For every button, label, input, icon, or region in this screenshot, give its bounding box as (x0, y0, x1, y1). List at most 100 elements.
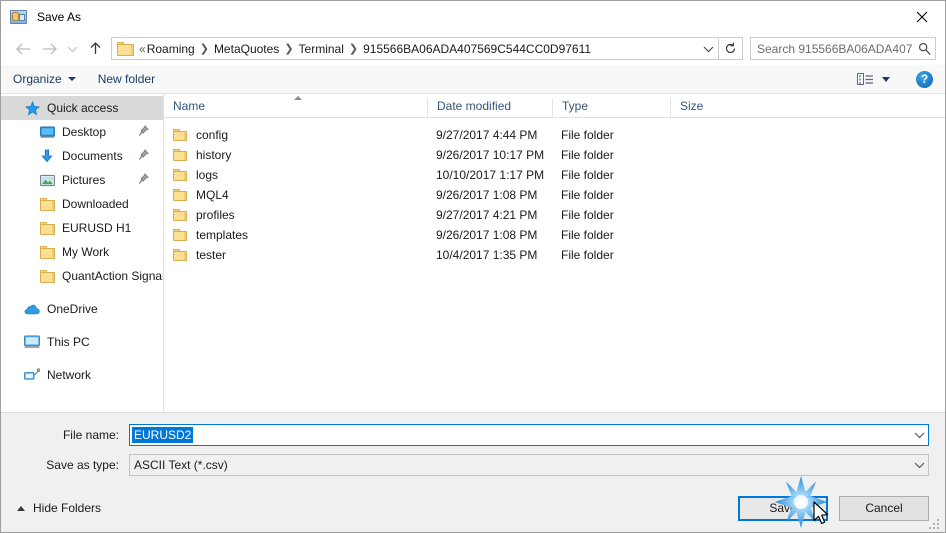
back-button[interactable] (10, 36, 36, 62)
sidebar-item-quick-access[interactable]: Quick access (1, 96, 163, 120)
breadcrumb-item-terminal[interactable]: Terminal (299, 42, 344, 56)
file-name: MQL4 (196, 188, 229, 202)
search-placeholder: Search 915566BA06ADA40756... (757, 41, 913, 56)
file-type: File folder (561, 188, 614, 202)
table-row[interactable]: templates 9/26/2017 1:08 PM File folder (164, 225, 945, 245)
file-name-cell: config (164, 128, 427, 142)
save-as-type-value: ASCII Text (*.csv) (134, 458, 228, 472)
file-name-input[interactable]: EURUSD2 (129, 424, 929, 446)
close-button[interactable] (899, 1, 945, 32)
organize-label: Organize (13, 72, 62, 86)
file-rows: config 9/27/2017 4:44 PM File folder his… (164, 118, 945, 412)
search-input[interactable]: Search 915566BA06ADA40756... (750, 37, 936, 60)
folder-icon (39, 220, 55, 236)
chevron-up-icon (17, 505, 25, 511)
breadcrumb-item-metaquotes[interactable]: MetaQuotes (214, 42, 279, 56)
details-view-icon (857, 72, 873, 85)
file-type: File folder (561, 228, 614, 242)
column-header-name[interactable]: Name (164, 98, 427, 117)
breadcrumb-separator-icon: ❯ (199, 43, 209, 55)
recent-locations-button[interactable] (62, 36, 82, 62)
address-dropdown-button[interactable] (698, 38, 718, 59)
pictures-icon (39, 172, 55, 188)
arrow-right-icon (42, 43, 57, 54)
save-button[interactable]: Save (738, 495, 828, 521)
sidebar-item-label: QuantAction Signal (62, 269, 163, 283)
view-options-button[interactable] (857, 72, 890, 87)
up-button[interactable] (82, 36, 108, 62)
sidebar-item-label: My Work (62, 245, 110, 259)
folder-icon (173, 169, 187, 181)
navigation-bar: « Roaming ❯ MetaQuotes ❯ Terminal ❯ 9155… (1, 32, 945, 65)
sidebar-item-desktop[interactable]: Desktop (1, 120, 163, 144)
cancel-button[interactable]: Cancel (839, 495, 929, 521)
file-name-cell: profiles (164, 208, 427, 222)
sidebar-item-network[interactable]: Network (1, 363, 163, 387)
sidebar-item-this-pc[interactable]: This PC (1, 330, 163, 354)
folder-icon (173, 229, 187, 241)
sort-ascending-icon (294, 96, 302, 100)
file-name-row: File name: EURUSD2 (17, 424, 929, 446)
help-button[interactable]: ? (916, 70, 933, 88)
sidebar-item-label: Downloaded (62, 197, 129, 211)
save-as-type-dropdown-button[interactable] (910, 461, 928, 469)
sidebar-item-documents[interactable]: Documents (1, 144, 163, 168)
hide-folders-button[interactable]: Hide Folders (17, 501, 101, 515)
table-row[interactable]: profiles 9/27/2017 4:21 PM File folder (164, 205, 945, 225)
breadcrumb-separator-icon: ❯ (284, 43, 294, 55)
folder-icon (173, 209, 187, 221)
file-name: profiles (196, 208, 235, 222)
sidebar-item-label: Documents (62, 149, 123, 163)
file-name-cell: logs (164, 168, 427, 182)
save-as-type-select[interactable]: ASCII Text (*.csv) (129, 454, 929, 476)
chevron-down-icon (67, 77, 76, 81)
file-list-pane: Name Date modified Type Size config 9/27… (164, 94, 945, 412)
sidebar-item-eurusd-h1[interactable]: EURUSD H1 (1, 216, 163, 240)
table-row[interactable]: MQL4 9/26/2017 1:08 PM File folder (164, 185, 945, 205)
column-header-type[interactable]: Type (552, 98, 670, 117)
sidebar-item-downloaded[interactable]: Downloaded (1, 192, 163, 216)
sidebar-item-quantaction-signal[interactable]: QuantAction Signal (1, 264, 163, 288)
dialog-button-bar: Hide Folders Save Cancel (1, 484, 945, 532)
file-name-dropdown-button[interactable] (910, 431, 928, 439)
table-row[interactable]: tester 10/4/2017 1:35 PM File folder (164, 245, 945, 265)
table-row[interactable]: config 9/27/2017 4:44 PM File folder (164, 125, 945, 145)
breadcrumb-overflow[interactable]: « (139, 42, 146, 56)
pin-icon (138, 125, 149, 140)
new-folder-button[interactable]: New folder (98, 65, 155, 93)
breadcrumb-item-terminal-id[interactable]: 915566BA06ADA407569C544CC0D97611 (363, 42, 591, 56)
hide-folders-label: Hide Folders (33, 501, 102, 515)
address-bar[interactable]: « Roaming ❯ MetaQuotes ❯ Terminal ❯ 9155… (111, 37, 719, 60)
column-header-date-modified[interactable]: Date modified (427, 98, 552, 117)
search-icon[interactable] (913, 42, 935, 55)
table-row[interactable]: logs 10/10/2017 1:17 PM File folder (164, 165, 945, 185)
file-type: File folder (561, 208, 614, 222)
new-folder-label: New folder (97, 72, 156, 86)
file-type: File folder (561, 248, 614, 262)
folder-icon (39, 244, 55, 260)
sidebar-item-label: Network (47, 368, 92, 382)
organize-button[interactable]: Organize (13, 65, 76, 93)
address-folder-icon (117, 41, 134, 56)
breadcrumb: « Roaming ❯ MetaQuotes ❯ Terminal ❯ 9155… (134, 42, 698, 56)
help-label: ? (920, 72, 929, 86)
forward-button[interactable] (36, 36, 62, 62)
breadcrumb-separator-icon: ❯ (348, 43, 359, 55)
sidebar-item-onedrive[interactable]: OneDrive (1, 297, 163, 321)
file-name-label: File name: (62, 428, 119, 442)
chevron-down-icon (914, 462, 924, 469)
title-bar: Save As (1, 1, 945, 32)
refresh-button[interactable] (719, 37, 743, 60)
resize-grip-icon[interactable] (929, 517, 942, 530)
command-bar: Organize New folder ? (1, 65, 945, 94)
arrow-up-icon (90, 42, 100, 54)
table-row[interactable]: history 9/26/2017 10:17 PM File folder (164, 145, 945, 165)
sidebar-item-my-work[interactable]: My Work (1, 240, 163, 264)
save-as-type-row: Save as type: ASCII Text (*.csv) (17, 454, 929, 476)
column-header-size[interactable]: Size (670, 98, 750, 117)
sidebar-item-pictures[interactable]: Pictures (1, 168, 163, 192)
breadcrumb-item-roaming[interactable]: Roaming (147, 42, 195, 56)
file-type: File folder (561, 148, 614, 162)
